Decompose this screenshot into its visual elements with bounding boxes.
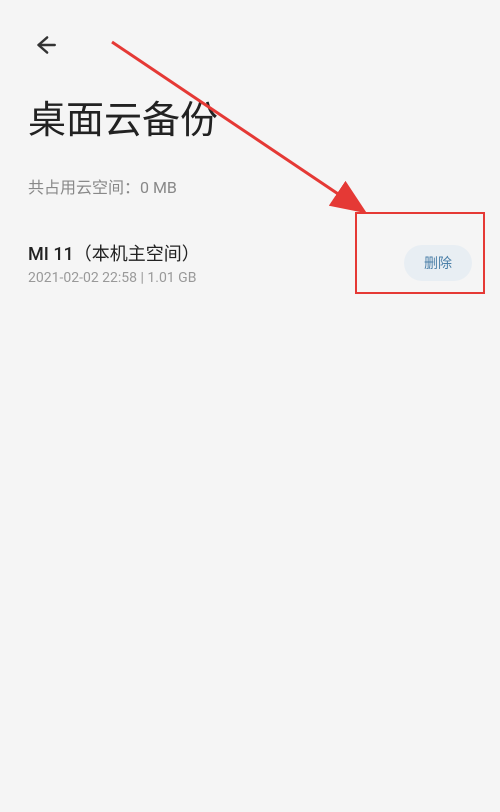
- backup-item-text: MI 11（本机主空间） 2021-02-02 22:58 | 1.01 GB: [28, 240, 200, 286]
- backup-item: MI 11（本机主空间） 2021-02-02 22:58 | 1.01 GB …: [0, 222, 500, 304]
- backup-name: MI 11（本机主空间）: [28, 240, 200, 266]
- backup-meta: 2021-02-02 22:58 | 1.01 GB: [28, 270, 200, 286]
- delete-button[interactable]: 删除: [404, 245, 472, 281]
- page-title: 桌面云备份: [0, 65, 500, 162]
- back-button[interactable]: [28, 28, 62, 65]
- storage-info: 共占用云空间：0 MB: [0, 162, 500, 222]
- back-arrow-icon: [32, 32, 58, 61]
- header: [0, 0, 500, 65]
